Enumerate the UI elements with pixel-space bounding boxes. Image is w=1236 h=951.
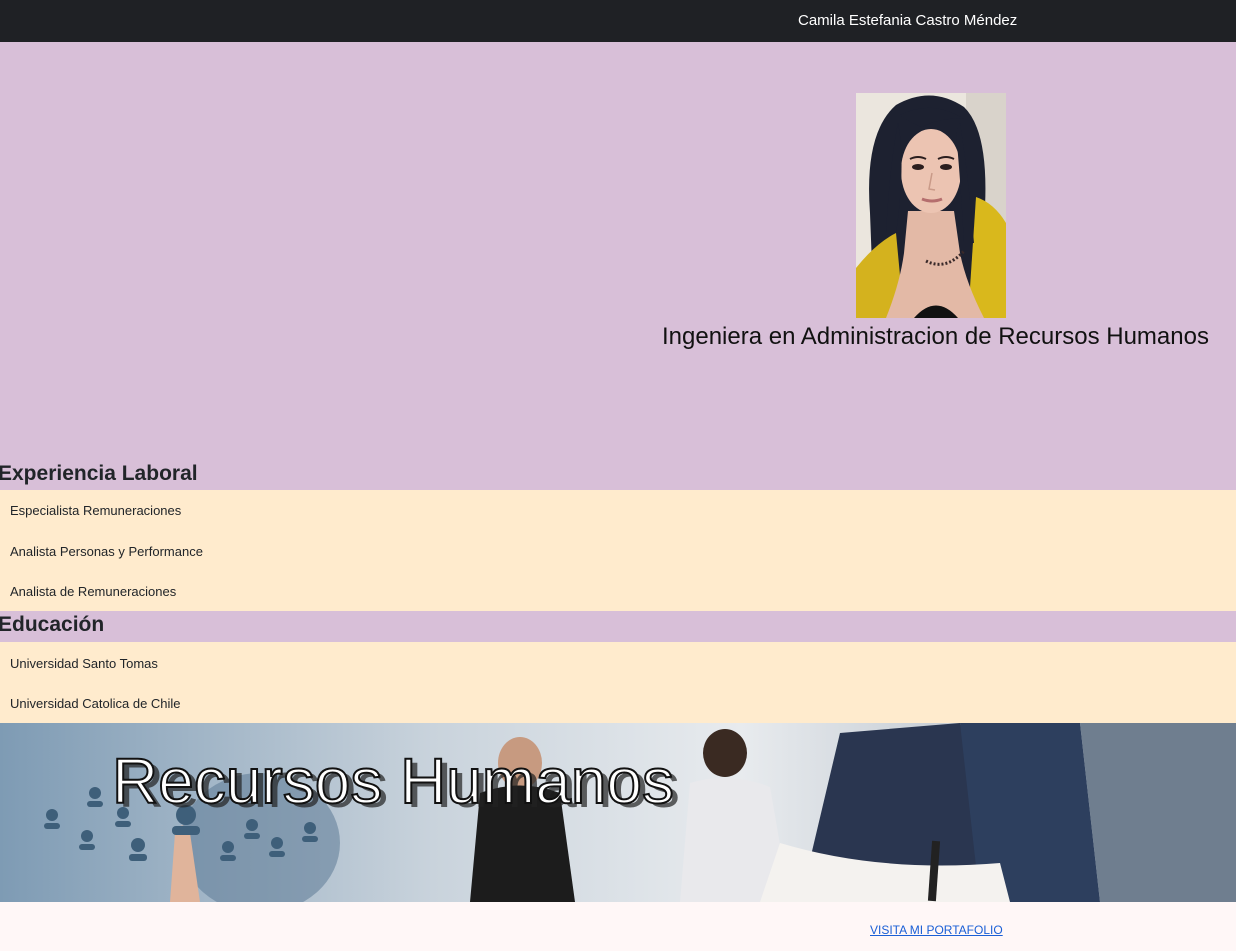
navbar-brand[interactable]: Camila Estefania Castro Méndez (798, 12, 1017, 29)
education-heading: Educación (0, 611, 1236, 642)
experience-item: Analista Personas y Performance (10, 544, 203, 559)
footer: VISITA MI PORTAFOLIO (0, 902, 1236, 951)
education-item: Universidad Santo Tomas (10, 656, 158, 671)
hero-role-title: Ingeniera en Administracion de Recursos … (662, 323, 1209, 350)
portfolio-link[interactable]: VISITA MI PORTAFOLIO (870, 923, 1003, 937)
education-item: Universidad Catolica de Chile (10, 696, 181, 711)
banner-title: Recursos Humanos (112, 745, 674, 817)
profile-photo-icon (856, 93, 1006, 318)
profile-photo (856, 93, 1006, 318)
hero-section: Ingeniera en Administracion de Recursos … (0, 42, 1236, 460)
experience-list: Especialista Remuneraciones Analista Per… (0, 490, 1236, 611)
hr-banner-image: Recursos Humanos Recursos Humanos (0, 723, 1236, 902)
experience-item: Especialista Remuneraciones (10, 503, 182, 518)
navbar: Camila Estefania Castro Méndez (0, 0, 1236, 42)
experience-heading: Experiencia Laboral (0, 460, 1236, 490)
education-list: Universidad Santo Tomas Universidad Cato… (0, 642, 1236, 723)
experience-item: Analista de Remuneraciones (10, 584, 177, 599)
